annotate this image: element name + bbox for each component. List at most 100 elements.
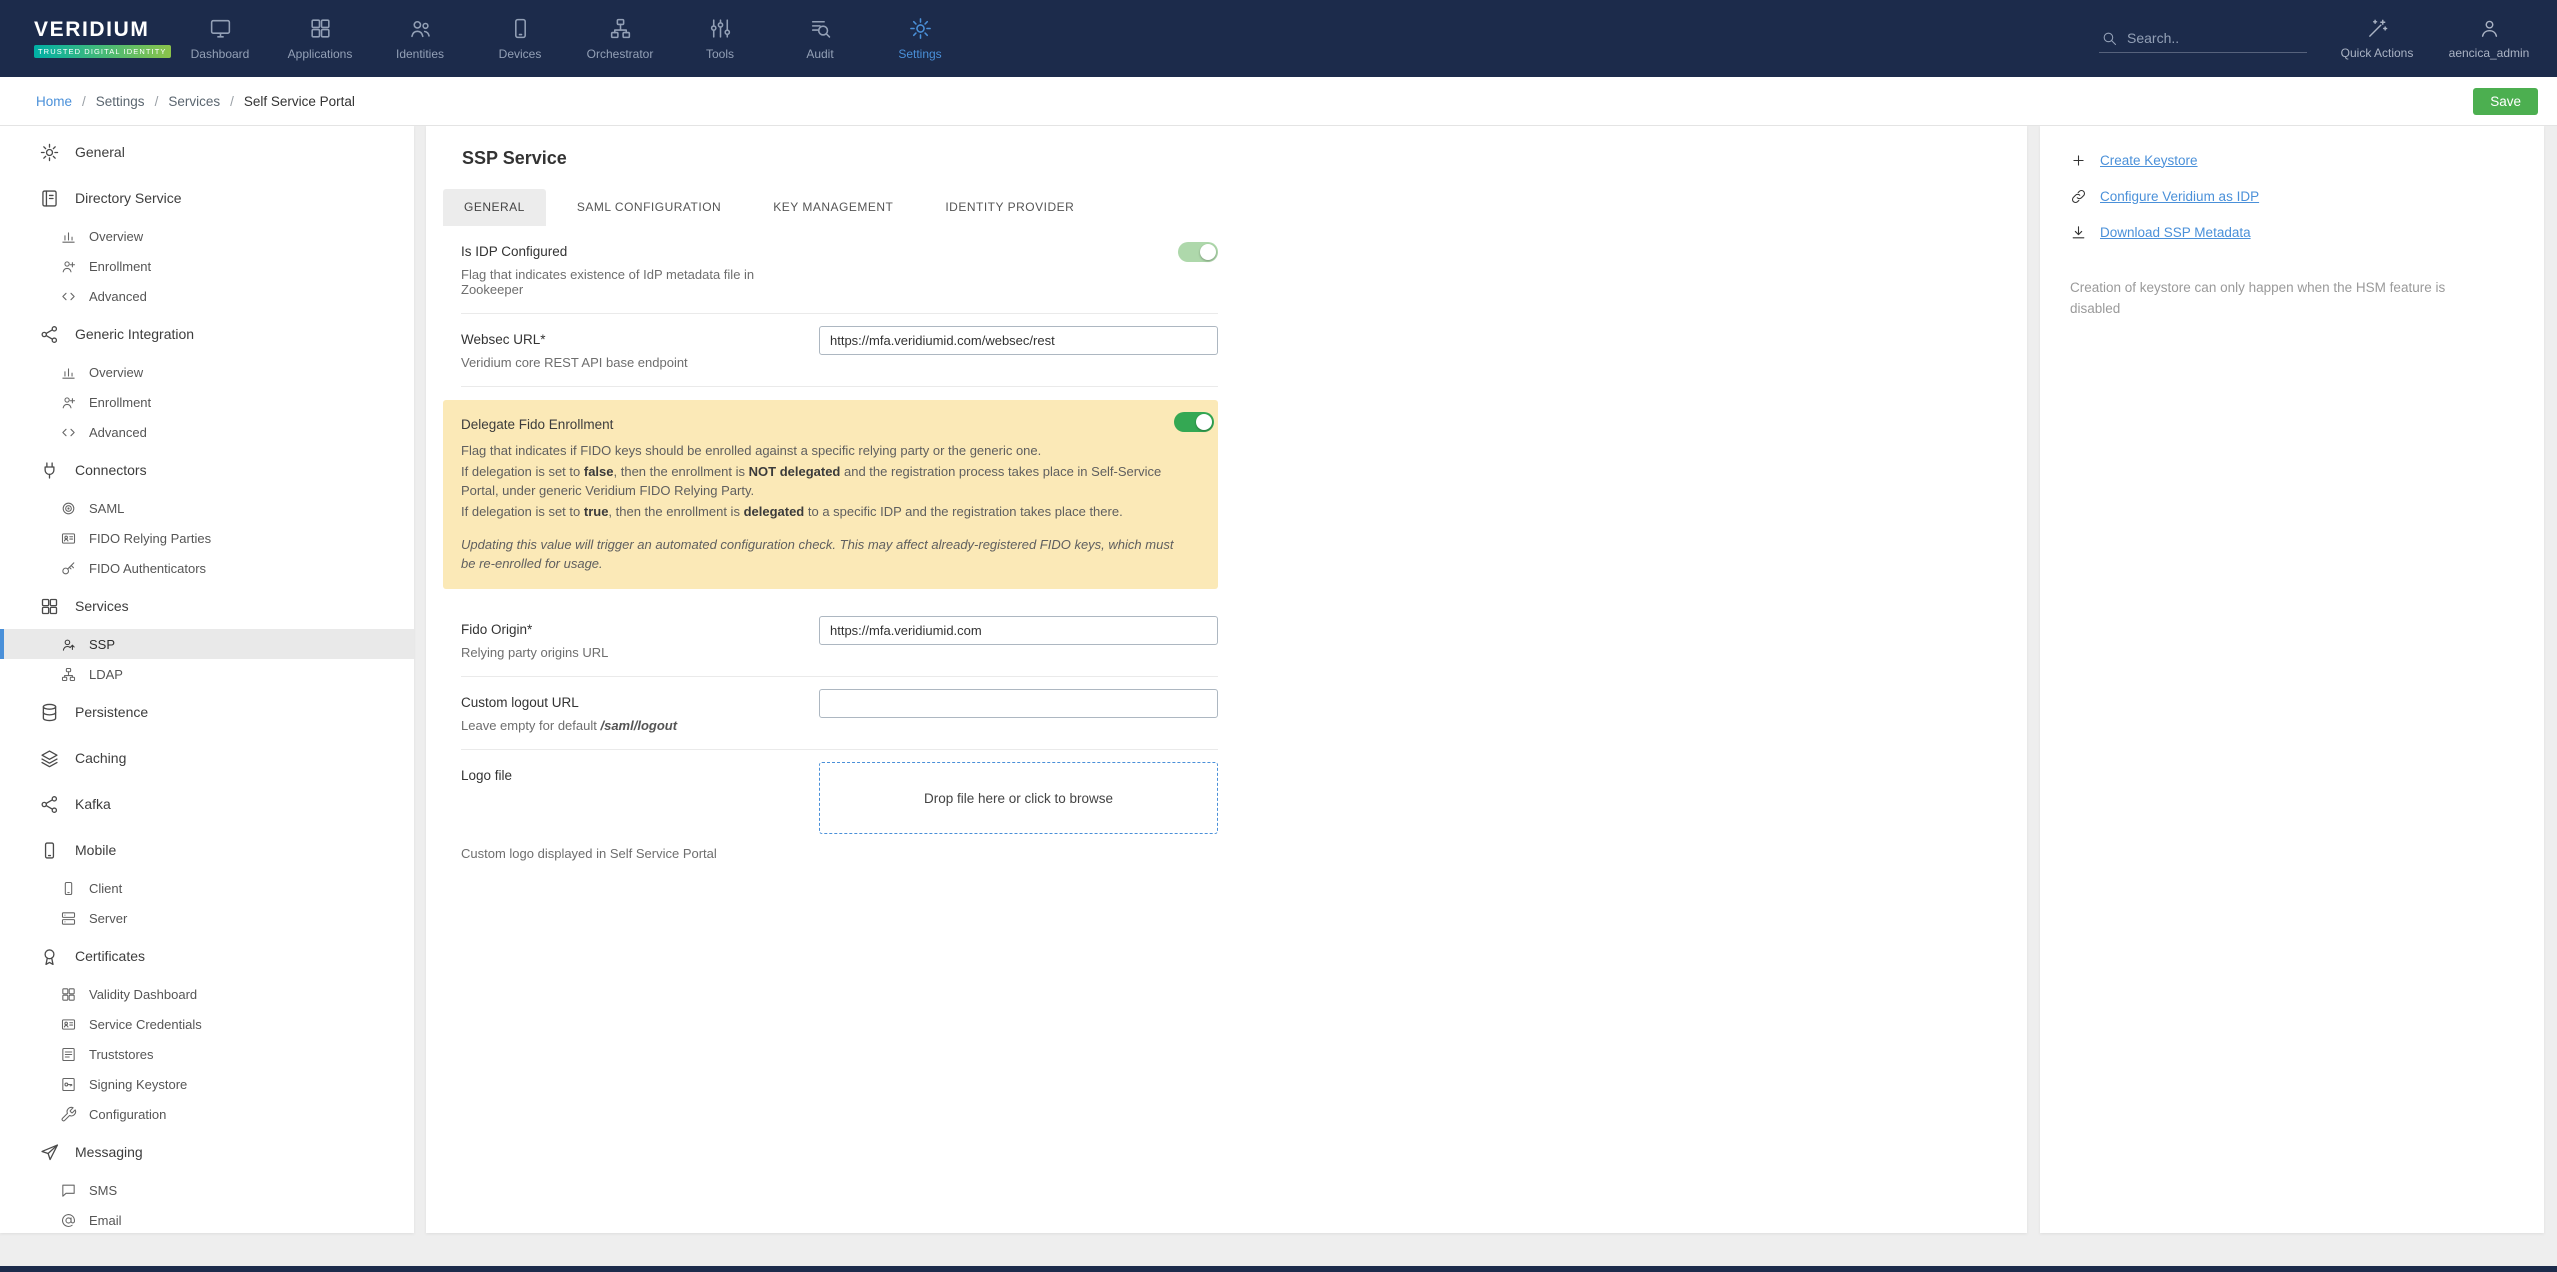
sidebar-item-generic-enrollment[interactable]: Enrollment [0, 387, 414, 417]
breadcrumb-current: Self Service Portal [243, 93, 355, 109]
nav-item-audit[interactable]: Audit [770, 0, 870, 77]
sidebar-item-service-credentials[interactable]: Service Credentials [0, 1009, 414, 1039]
fido-origin-input[interactable] [819, 616, 1218, 645]
field-label: Is IDP Configured [461, 244, 568, 259]
nav-label: Applications [287, 47, 353, 61]
nav-item-devices[interactable]: Devices [470, 0, 570, 77]
sidebar-item-label: SMS [89, 1182, 118, 1198]
search-input[interactable] [2127, 30, 2305, 46]
sidebar-item-messaging[interactable]: Messaging [0, 1129, 414, 1175]
grid-icon [308, 16, 333, 41]
sidebar-item-email[interactable]: Email [0, 1205, 414, 1233]
sidebar-item-saml[interactable]: SAML [0, 493, 414, 523]
user-label: aencica_admin [2448, 46, 2530, 60]
sidebar-item-configuration[interactable]: Configuration [0, 1099, 414, 1129]
sidebar-item-directory-overview[interactable]: Overview [0, 221, 414, 251]
sidebar-item-label: LDAP [89, 666, 123, 682]
key-list-icon [60, 1076, 77, 1093]
sidebar-item-label: Server [89, 910, 128, 926]
tab-key-management[interactable]: KEY MANAGEMENT [752, 189, 914, 226]
websec-url-input[interactable] [819, 326, 1218, 355]
sidebar-item-general[interactable]: General [0, 129, 414, 175]
sidebar-item-caching[interactable]: Caching [0, 735, 414, 781]
sidebar-item-sms[interactable]: SMS [0, 1175, 414, 1205]
download-ssp-metadata-link[interactable]: Download SSP Metadata [2070, 214, 2544, 250]
delegate-fido-toggle[interactable] [1174, 412, 1214, 432]
address-book-icon [39, 188, 60, 209]
sidebar-item-connectors[interactable]: Connectors [0, 447, 414, 493]
field-label: Websec URL* [461, 332, 546, 347]
sidebar-item-mobile-server[interactable]: Server [0, 903, 414, 933]
tab-saml-configuration[interactable]: SAML CONFIGURATION [556, 189, 742, 226]
plug-icon [39, 460, 60, 481]
sidebar-item-label: Advanced [89, 288, 147, 304]
quick-actions-button[interactable]: Quick Actions [2335, 17, 2419, 60]
sidebar-item-kafka[interactable]: Kafka [0, 781, 414, 827]
sidebar-item-generic-advanced[interactable]: Advanced [0, 417, 414, 447]
configure-veridium-as-idp-link[interactable]: Configure Veridium as IDP [2070, 178, 2544, 214]
sidebar-item-ssp[interactable]: SSP [0, 629, 414, 659]
field-label: Logo file [461, 768, 513, 783]
tab-general[interactable]: GENERAL [443, 189, 546, 226]
delegate-fido-header: Delegate Fido Enrollment [461, 412, 1216, 432]
chat-icon [60, 1182, 77, 1199]
sidebar-item-persistence[interactable]: Persistence [0, 689, 414, 735]
topnav-right-cluster: Quick Actions aencica_admin [2099, 17, 2557, 60]
nav-item-tools[interactable]: Tools [670, 0, 770, 77]
action-label: Download SSP Metadata [2100, 224, 2251, 240]
field-description: Relying party origins URL [461, 645, 609, 660]
nav-item-orchestrator[interactable]: Orchestrator [570, 0, 670, 77]
sidebar-item-label: Persistence [75, 704, 149, 720]
sidebar-item-fido-relying-parties[interactable]: FIDO Relying Parties [0, 523, 414, 553]
tab-identity-provider[interactable]: IDENTITY PROVIDER [924, 189, 1095, 226]
nav-item-settings[interactable]: Settings [870, 0, 970, 77]
breadcrumb-settings[interactable]: Settings [96, 94, 145, 109]
sidebar-item-signing-keystore[interactable]: Signing Keystore [0, 1069, 414, 1099]
sidebar-item-certificates[interactable]: Certificates [0, 933, 414, 979]
sidebar-item-generic-integration[interactable]: Generic Integration [0, 311, 414, 357]
sidebar-item-directory-advanced[interactable]: Advanced [0, 281, 414, 311]
sidebar-item-directory-service[interactable]: Directory Service [0, 175, 414, 221]
sidebar-item-mobile-client[interactable]: Client [0, 873, 414, 903]
server-icon [60, 910, 77, 927]
nav-item-dashboard[interactable]: Dashboard [170, 0, 270, 77]
sidebar-item-fido-authenticators[interactable]: FIDO Authenticators [0, 553, 414, 583]
nav-item-identities[interactable]: Identities [370, 0, 470, 77]
list-icon [60, 1046, 77, 1063]
nav-label: Orchestrator [586, 47, 654, 61]
sidebar-item-validity-dashboard[interactable]: Validity Dashboard [0, 979, 414, 1009]
veridium-logo[interactable]: VERIDIUM TRUSTED DIGITAL IDENTITY [0, 18, 171, 59]
grid-icon [60, 986, 77, 1003]
actions-panel: Create Keystore Configure Veridium as ID… [2040, 126, 2544, 1233]
is-idp-configured-toggle[interactable] [1178, 242, 1218, 262]
create-keystore-link[interactable]: Create Keystore [2070, 142, 2544, 178]
sidebar-item-label: Validity Dashboard [89, 986, 198, 1002]
sidebar-item-services[interactable]: Services [0, 583, 414, 629]
field-fido-origin: Fido Origin* Relying party origins URL [461, 604, 1218, 677]
quick-actions-label: Quick Actions [2340, 46, 2414, 60]
user-menu[interactable]: aencica_admin [2447, 17, 2531, 60]
sidebar-item-generic-overview[interactable]: Overview [0, 357, 414, 387]
gear-icon [908, 16, 933, 41]
nav-label: Audit [806, 47, 834, 61]
field-control [819, 689, 1218, 733]
bottom-bar [0, 1266, 2557, 1272]
sidebar-item-label: Connectors [75, 462, 147, 478]
custom-logout-url-input[interactable] [819, 689, 1218, 718]
breadcrumb-services[interactable]: Services [168, 94, 220, 109]
settings-sidebar: General Directory Service Overview Enrol… [0, 126, 414, 1233]
nav-item-applications[interactable]: Applications [270, 0, 370, 77]
sidebar-item-mobile[interactable]: Mobile [0, 827, 414, 873]
sidebar-item-ldap[interactable]: LDAP [0, 659, 414, 689]
save-button[interactable]: Save [2473, 87, 2538, 115]
delegate-line-2: If delegation is set to false, then the … [461, 464, 1162, 498]
sidebar-item-directory-enrollment[interactable]: Enrollment [0, 251, 414, 281]
search-icon[interactable] [2101, 30, 2118, 47]
logo-tagline: TRUSTED DIGITAL IDENTITY [34, 44, 171, 58]
logo-file-dropzone[interactable]: Drop file here or click to browse [819, 762, 1218, 834]
sidebar-item-label: Truststores [89, 1046, 154, 1062]
breadcrumb-home[interactable]: Home [36, 94, 72, 109]
at-icon [60, 1212, 77, 1229]
sidebar-item-truststores[interactable]: Truststores [0, 1039, 414, 1069]
download-icon [2070, 224, 2087, 241]
